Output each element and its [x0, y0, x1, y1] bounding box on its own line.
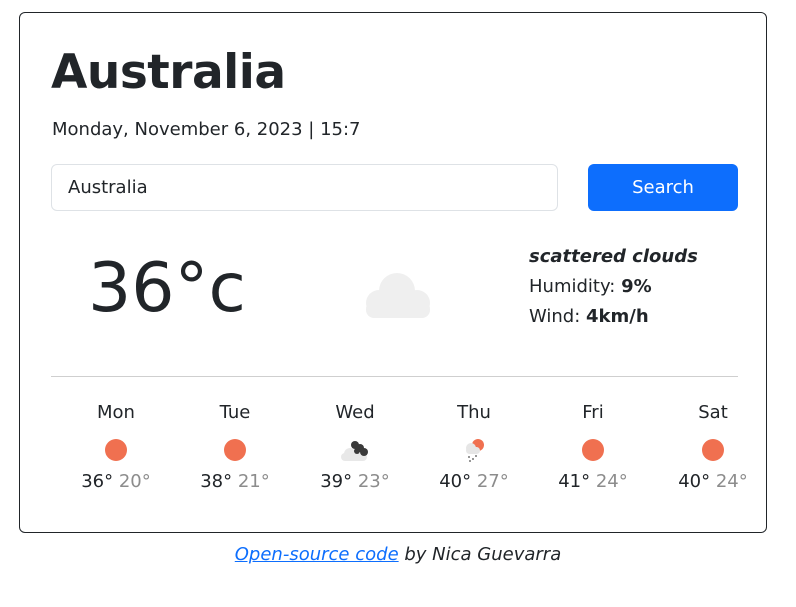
wind-label: Wind:: [529, 306, 587, 327]
search-form: Search: [51, 164, 738, 212]
forecast-temps: 40° 24°: [653, 471, 773, 492]
forecast-high: 39°: [320, 471, 353, 492]
forecast-low: 21°: [237, 471, 270, 492]
forecast-low: 24°: [595, 471, 628, 492]
forecast-day-name: Wed: [335, 402, 375, 423]
sun-icon: [702, 439, 724, 461]
forecast-day-name: Fri: [582, 402, 604, 423]
divider: [51, 376, 738, 377]
forecast-day-name: Sat: [698, 402, 728, 423]
humidity-label: Humidity:: [529, 276, 622, 297]
forecast-temps: 38° 21°: [175, 471, 295, 492]
forecast-high: 40°: [439, 471, 472, 492]
forecast: Mon 36° 20° Tue 38° 21° Wed 39° 23° Thu …: [51, 401, 767, 511]
footer: Open-source code by Nica Guevarra: [0, 544, 796, 565]
search-input[interactable]: [51, 164, 558, 211]
forecast-low: 27°: [476, 471, 509, 492]
forecast-temps: 40° 27°: [414, 471, 534, 492]
forecast-day-name: Thu: [457, 402, 491, 423]
humidity-value: 9%: [621, 276, 652, 297]
sun-icon: [582, 439, 604, 461]
city-name: Australia: [51, 45, 286, 100]
forecast-low: 23°: [357, 471, 390, 492]
cloud-icon: [366, 273, 430, 318]
forecast-day: Wed 39° 23°: [295, 401, 415, 492]
current-temperature: 36°c: [88, 249, 246, 328]
forecast-temps: 39° 23°: [295, 471, 415, 492]
forecast-day-name: Mon: [97, 402, 135, 423]
wind-value: 4km/h: [586, 306, 649, 327]
forecast-day: Fri 41° 24°: [533, 401, 653, 492]
forecast-low: 20°: [118, 471, 151, 492]
search-button[interactable]: Search: [588, 164, 738, 211]
footer-author: by Nica Guevarra: [398, 544, 562, 565]
forecast-high: 36°: [81, 471, 114, 492]
forecast-day: Thu 40° 27°: [414, 401, 534, 492]
forecast-temps: 41° 24°: [533, 471, 653, 492]
weather-description: scattered clouds: [529, 246, 698, 267]
humidity: Humidity: 9%: [529, 272, 698, 302]
forecast-high: 41°: [558, 471, 591, 492]
forecast-temps: 36° 20°: [56, 471, 176, 492]
dark-clouds-icon: [341, 441, 368, 461]
source-code-link[interactable]: Open-source code: [235, 544, 399, 565]
sun-icon: [224, 439, 246, 461]
weather-details: scattered clouds Humidity: 9% Wind: 4km/…: [529, 242, 698, 332]
forecast-high: 38°: [200, 471, 233, 492]
sun-icon: [105, 439, 127, 461]
weather-card: Australia Monday, November 6, 2023 | 15:…: [19, 12, 767, 533]
forecast-day: Tue 38° 21°: [175, 401, 295, 492]
sun-rain-icon: [466, 439, 484, 462]
forecast-high: 40°: [678, 471, 711, 492]
forecast-day: Mon 36° 20°: [56, 401, 176, 492]
forecast-day: Sat 40° 24°: [653, 401, 773, 492]
forecast-low: 24°: [715, 471, 748, 492]
wind: Wind: 4km/h: [529, 302, 698, 332]
date-time: Monday, November 6, 2023 | 15:7: [52, 119, 361, 140]
forecast-day-name: Tue: [219, 402, 251, 423]
